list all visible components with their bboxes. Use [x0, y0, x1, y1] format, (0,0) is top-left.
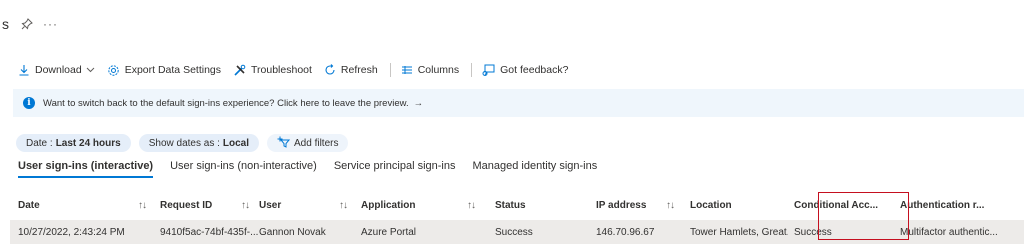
tab-user-sign-ins-interactive[interactable]: User sign-ins (interactive) — [18, 160, 154, 178]
troubleshoot-button[interactable]: Troubleshoot — [233, 64, 312, 77]
cell-status: Success — [495, 226, 533, 238]
chevron-down-icon — [86, 65, 95, 75]
refresh-button[interactable]: Refresh — [324, 64, 378, 76]
columns-button[interactable]: Columns — [401, 64, 459, 76]
column-header-authentication-requirement[interactable]: Authentication r... — [894, 200, 1024, 211]
date-filter-value: Last 24 hours — [55, 137, 121, 149]
sort-icon[interactable]: ↑↓ — [138, 200, 147, 211]
page-title-row: s ··· — [0, 14, 58, 34]
sign-in-tabs: User sign-ins (interactive) User sign-in… — [18, 160, 614, 182]
sort-icon[interactable]: ↑↓ — [241, 200, 250, 211]
cell-ip-address: 146.70.96.67 — [596, 226, 655, 238]
add-filters-label: Add filters — [294, 137, 339, 149]
filter-pills: Date : Last 24 hours Show dates as : Loc… — [16, 134, 356, 152]
preview-banner[interactable]: i Want to switch back to the default sig… — [13, 89, 1024, 117]
tools-icon — [233, 64, 246, 77]
cell-authentication-requirement: Multifactor authentic... — [900, 226, 998, 238]
feedback-button[interactable]: Got feedback? — [482, 64, 568, 77]
column-header-user[interactable]: User ↑↓ — [259, 200, 357, 211]
download-icon — [18, 64, 30, 76]
arrow-right-icon: → — [413, 97, 424, 109]
column-header-application[interactable]: Application ↑↓ — [357, 200, 485, 211]
toolbar-divider — [471, 63, 473, 77]
table-row[interactable]: 10/27/2022, 2:43:24 PM 9410f5ac-74bf-435… — [10, 220, 1024, 244]
cell-user: Gannon Novak — [259, 226, 326, 238]
cell-location: Tower Hamlets, Great... — [690, 226, 788, 238]
command-bar: Download Export Data Settings Troublesho… — [18, 60, 580, 80]
gear-icon — [107, 64, 120, 77]
column-header-request-id[interactable]: Request ID ↑↓ — [156, 200, 259, 211]
tab-managed-identity-sign-ins[interactable]: Managed identity sign-ins — [472, 160, 597, 176]
add-filter-icon — [277, 136, 291, 151]
sort-icon[interactable]: ↑↓ — [339, 200, 348, 211]
cell-date: 10/27/2022, 2:43:24 PM — [18, 226, 125, 238]
columns-label: Columns — [417, 64, 460, 76]
column-header-date[interactable]: Date ↑↓ — [18, 200, 156, 211]
show-dates-value: Local — [222, 137, 249, 149]
info-icon: i — [23, 97, 35, 109]
column-header-location[interactable]: Location — [684, 200, 788, 211]
download-button[interactable]: Download — [18, 64, 95, 76]
cell-application: Azure Portal — [361, 226, 417, 238]
export-label: Export Data Settings — [124, 64, 222, 76]
tab-user-sign-ins-non-interactive[interactable]: User sign-ins (non-interactive) — [170, 160, 317, 176]
more-options-icon[interactable]: ··· — [43, 17, 58, 31]
cell-conditional-access: Success — [794, 226, 832, 238]
show-dates-label: Show dates as : — [148, 137, 220, 149]
column-header-conditional-access[interactable]: Conditional Acc... — [788, 200, 894, 211]
column-header-ip-address[interactable]: IP address ↑↓ — [589, 200, 684, 211]
refresh-icon — [324, 64, 336, 76]
banner-text[interactable]: Want to switch back to the default sign-… — [43, 98, 409, 109]
add-filters-button[interactable]: Add filters — [267, 134, 349, 152]
tab-service-principal-sign-ins[interactable]: Service principal sign-ins — [334, 160, 456, 176]
export-data-settings-button[interactable]: Export Data Settings — [107, 64, 221, 77]
column-header-status[interactable]: Status — [485, 200, 589, 211]
sort-icon[interactable]: ↑↓ — [467, 200, 476, 211]
date-filter-pill[interactable]: Date : Last 24 hours — [16, 134, 131, 152]
show-dates-pill[interactable]: Show dates as : Local — [138, 134, 259, 152]
refresh-label: Refresh — [340, 64, 378, 76]
columns-icon — [401, 65, 413, 75]
cell-request-id: 9410f5ac-74bf-435f-... — [160, 226, 259, 238]
sort-icon[interactable]: ↑↓ — [666, 200, 675, 211]
page-title: s — [2, 16, 9, 32]
toolbar-divider — [389, 63, 391, 77]
troubleshoot-label: Troubleshoot — [251, 64, 312, 76]
sign-ins-table: Date ↑↓ Request ID ↑↓ User ↑↓ Applicatio… — [10, 194, 1024, 244]
feedback-label: Got feedback? — [500, 64, 569, 76]
download-label: Download — [35, 64, 82, 76]
feedback-icon — [482, 64, 495, 77]
pin-icon[interactable] — [21, 18, 33, 30]
table-header: Date ↑↓ Request ID ↑↓ User ↑↓ Applicatio… — [18, 194, 1024, 216]
date-filter-label: Date : — [26, 137, 53, 149]
